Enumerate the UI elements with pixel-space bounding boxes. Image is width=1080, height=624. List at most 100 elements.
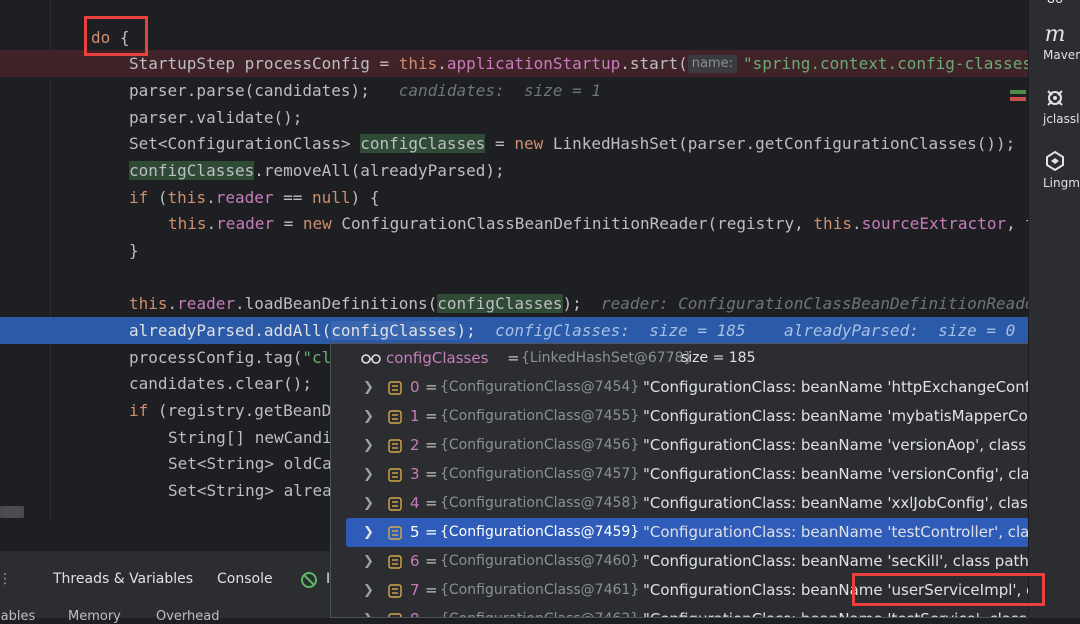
row-object: {ConfigurationClass@7457} — [440, 466, 640, 482]
code-text: StartupStep processConfig = this.applica… — [129, 54, 1028, 73]
popup-row[interactable]: ❯ 5 = {ConfigurationClass@7459} "Configurati… — [346, 518, 1028, 547]
popup-row[interactable]: ❯ 2 = {ConfigurationClass@7456} "Configurati… — [331, 431, 1028, 460]
code-line[interactable]: this.reader.loadBeanDefinitions(configCl… — [0, 290, 1028, 317]
code-text: String[] newCandi — [168, 428, 332, 447]
chevron-right-icon[interactable]: ❯ — [363, 576, 374, 605]
code-text: Set<String> oldCa — [168, 454, 332, 473]
lingma-tool-button[interactable]: Lingma — [1029, 150, 1080, 190]
chevron-right-icon[interactable]: ❯ — [363, 605, 374, 617]
no-entry-icon[interactable] — [300, 571, 318, 589]
popup-row[interactable]: ❯ 1 = {ConfigurationClass@7455} "Configurati… — [331, 402, 1028, 431]
code-text: parser.parse(candidates); candidates: si… — [129, 81, 602, 100]
field-icon — [388, 526, 402, 540]
chevron-right-icon[interactable]: ❯ — [363, 373, 374, 402]
row-index: 2 — [410, 436, 420, 454]
code-line[interactable] — [0, 264, 1028, 291]
row-value: "ConfigurationClass: beanName 'testContr… — [643, 523, 1028, 541]
popup-header: configClasses = {LinkedHashSet@6778} siz… — [331, 344, 1028, 373]
row-eq: = — [425, 494, 438, 512]
code-text: if (registry.getBeanD — [129, 401, 332, 420]
maven-icon: m — [1044, 22, 1066, 47]
subtab-overhead[interactable]: Overhead — [156, 609, 220, 624]
row-value: "ConfigurationClass: beanName 'xxlJobCon… — [643, 494, 1028, 512]
row-index: 0 — [410, 378, 420, 396]
code-line[interactable]: StartupStep processConfig = this.applica… — [0, 50, 1028, 77]
subtab-variables[interactable]: iables — [0, 609, 35, 624]
field-icon — [388, 410, 402, 424]
lingma-label: Lingma — [1043, 176, 1080, 190]
code-line[interactable]: configClasses.removeAll(alreadyParsed); — [0, 157, 1028, 184]
chevron-right-icon[interactable]: ❯ — [363, 460, 374, 489]
tab-console[interactable]: Console — [217, 571, 273, 587]
code-line[interactable]: parser.parse(candidates); candidates: si… — [0, 77, 1028, 104]
code-text: this.reader = new ConfigurationClassBean… — [168, 214, 1028, 233]
row-value: "ConfigurationClass: beanName 'httpExcha… — [643, 378, 1028, 396]
popup-row[interactable]: ❯ 6 = {ConfigurationClass@7460} "Configurati… — [331, 547, 1028, 576]
popup-row[interactable]: ❯ 4 = {ConfigurationClass@7458} "Configurati… — [331, 489, 1028, 518]
row-eq: = — [425, 523, 438, 541]
row-object: {ConfigurationClass@7462} — [440, 605, 639, 617]
subtab-memory[interactable]: Memory — [68, 609, 121, 624]
row-object: {ConfigurationClass@7456} — [440, 437, 640, 453]
row-value: "ConfigurationClass: beanName 'versionAo… — [643, 436, 1028, 454]
row-index: 3 — [410, 465, 420, 483]
popup-row[interactable]: ❯ 0 = {ConfigurationClass@7454} "Configurati… — [331, 373, 1028, 402]
scroll-marker-green — [1010, 90, 1026, 94]
editor-scroll-markers — [1010, 90, 1026, 108]
glasses-icon — [361, 354, 381, 364]
row-object: {ConfigurationClass@7458} — [440, 495, 640, 511]
field-icon — [388, 497, 402, 511]
code-text: } — [129, 241, 139, 260]
row-value: "ConfigurationClass: beanName 'testServi… — [643, 605, 1028, 617]
tab-threads-variables[interactable]: Threads & Variables — [53, 571, 193, 587]
code-line[interactable]: Set<ConfigurationClass> configClasses = … — [0, 130, 1028, 157]
jclasslib-tool-button[interactable]: jclasslib — [1029, 88, 1080, 126]
code-text: candidates.clear(); — [129, 374, 313, 393]
field-icon — [388, 468, 402, 482]
field-icon — [388, 439, 402, 453]
code-text: Set<String> alrea — [168, 481, 332, 500]
tool-partial-label: 8o — [1047, 0, 1063, 7]
tool-partial-top[interactable]: 8o — [1029, 0, 1080, 7]
right-tool-strip: 8o m Maven jclasslib Lingma — [1028, 0, 1080, 618]
chevron-right-icon[interactable]: ❯ — [363, 489, 374, 518]
code-text: alreadyParsed.addAll(configClasses); con… — [129, 321, 1016, 340]
annotation-box-userserviceimpl — [852, 573, 1045, 606]
popup-var-name: configClasses — [386, 349, 489, 367]
popup-row[interactable]: ❯ 3 = {ConfigurationClass@7457} "Configurati… — [331, 460, 1028, 489]
code-line[interactable]: do { — [0, 24, 1028, 51]
code-line[interactable]: this.reader = new ConfigurationClassBean… — [0, 210, 1028, 237]
chevron-right-icon[interactable]: ❯ — [363, 518, 374, 547]
chevron-right-icon[interactable]: ❯ — [363, 431, 374, 460]
lingma-icon — [1029, 150, 1080, 176]
code-text: Set<ConfigurationClass> configClasses = … — [129, 134, 1016, 153]
panel-menu-icon[interactable]: ⋮ — [0, 571, 12, 587]
row-object: {ConfigurationClass@7454} — [440, 379, 640, 395]
row-object: {ConfigurationClass@7455} — [440, 408, 640, 424]
code-line[interactable]: parser.validate(); — [0, 104, 1028, 131]
code-line[interactable]: alreadyParsed.addAll(configClasses); con… — [0, 317, 1028, 344]
row-index: 1 — [410, 407, 420, 425]
row-index: 4 — [410, 494, 420, 512]
code-text: parser.validate(); — [129, 108, 303, 127]
code-line[interactable]: } — [0, 237, 1028, 264]
row-eq: = — [425, 605, 438, 617]
row-eq: = — [425, 378, 438, 396]
row-index: 5 — [410, 523, 420, 541]
row-eq: = — [425, 465, 438, 483]
popup-row[interactable]: ❯ 8 ={ConfigurationClass@7462} "Configurati… — [331, 605, 1028, 617]
row-value: "ConfigurationClass: beanName 'secKill',… — [643, 552, 1028, 570]
chevron-right-icon[interactable]: ❯ — [363, 402, 374, 431]
row-index: 7 — [410, 581, 420, 599]
popup-var-type: {LinkedHashSet@6778} — [521, 350, 693, 366]
jclasslib-label: jclasslib — [1043, 112, 1080, 126]
row-object: {ConfigurationClass@7461} — [440, 582, 640, 598]
field-icon — [388, 584, 402, 598]
popup-var-size: size = 185 — [681, 350, 756, 366]
maven-tool-button[interactable]: m Maven — [1029, 22, 1080, 62]
row-value: "ConfigurationClass: beanName 'versionCo… — [643, 465, 1028, 483]
code-text: if (this.reader == null) { — [129, 188, 380, 207]
code-line[interactable]: if (this.reader == null) { — [0, 184, 1028, 211]
horizontal-scrollbar[interactable] — [0, 506, 24, 518]
chevron-right-icon[interactable]: ❯ — [363, 547, 374, 576]
